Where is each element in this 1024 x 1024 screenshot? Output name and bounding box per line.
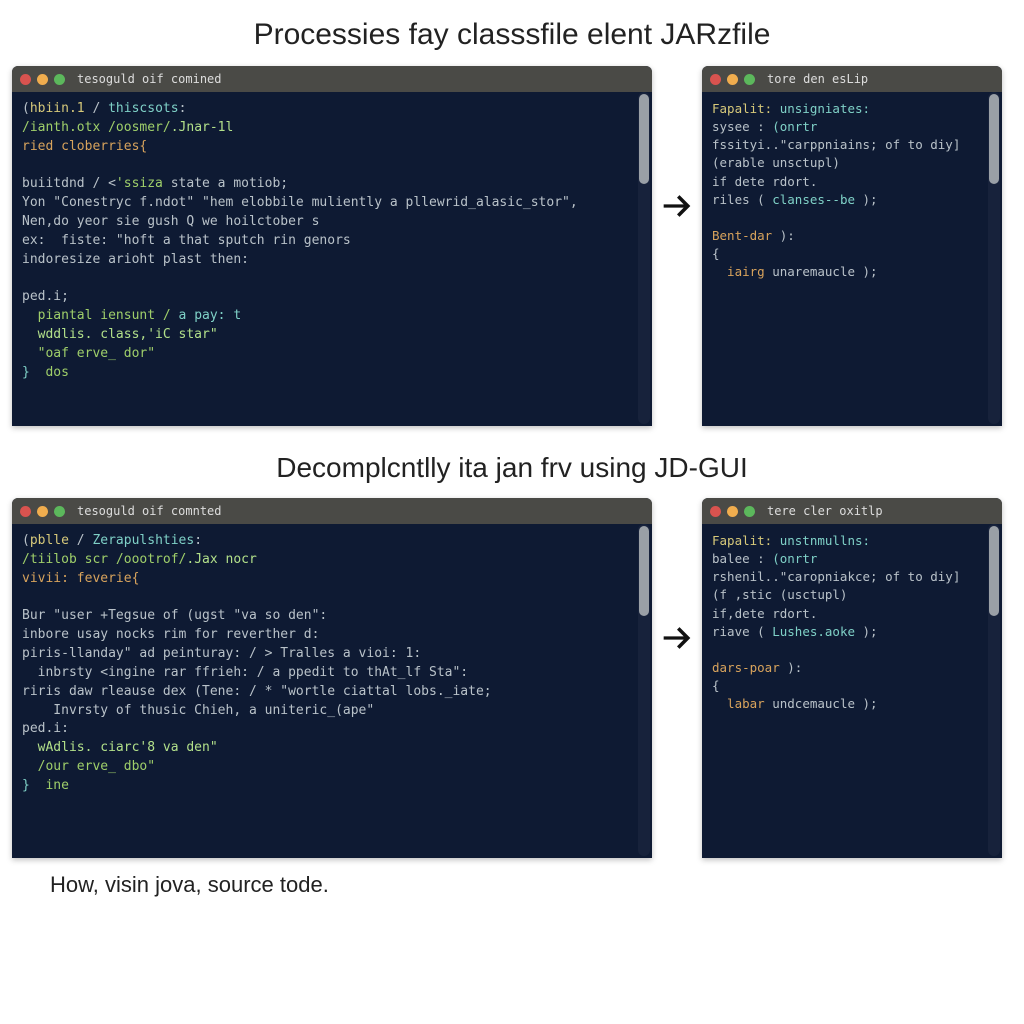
window-title: tesoguld oif comnted — [77, 504, 222, 518]
terminal-top-left-wrap: tesoguld oif comined (hbiin.1 / thiscsot… — [12, 66, 652, 426]
page-title-1: Processies fay classsfile elent JARzfile — [0, 0, 1024, 66]
titlebar: tore den esLip — [702, 66, 1002, 92]
close-icon[interactable] — [710, 74, 721, 85]
close-icon[interactable] — [710, 506, 721, 517]
minimize-icon[interactable] — [727, 506, 738, 517]
scrollbar-thumb[interactable] — [989, 94, 999, 184]
terminal-content[interactable]: (hbiin.1 / thiscsots: /ianth.otx /oosmer… — [12, 92, 652, 426]
minimize-icon[interactable] — [727, 74, 738, 85]
row-bottom: tesoguld oif comnted (pblle / Zerapulsht… — [0, 498, 1024, 858]
scrollbar[interactable] — [988, 524, 1000, 856]
minimize-icon[interactable] — [37, 74, 48, 85]
scrollbar[interactable] — [638, 92, 650, 424]
close-icon[interactable] — [20, 74, 31, 85]
scrollbar[interactable] — [638, 524, 650, 856]
scrollbar-thumb[interactable] — [639, 526, 649, 616]
terminal-content[interactable]: (pblle / Zerapulshties: /tiilob scr /ooo… — [12, 524, 652, 858]
scrollbar-thumb[interactable] — [639, 94, 649, 184]
window-title: tore den esLip — [767, 72, 868, 86]
caption: How, visin jova, source tode. — [0, 858, 1024, 898]
close-icon[interactable] — [20, 506, 31, 517]
titlebar: tesoguld oif comined — [12, 66, 652, 92]
row-top: tesoguld oif comined (hbiin.1 / thiscsot… — [0, 66, 1024, 426]
arrow-icon — [652, 186, 702, 226]
window-title: tere cler oxitlp — [767, 504, 883, 518]
terminal-top-right[interactable]: tore den esLip Fapalit: unsigniates: sys… — [702, 66, 1002, 426]
maximize-icon[interactable] — [744, 74, 755, 85]
arrow-icon — [652, 618, 702, 658]
maximize-icon[interactable] — [744, 506, 755, 517]
titlebar: tesoguld oif comnted — [12, 498, 652, 524]
maximize-icon[interactable] — [54, 506, 65, 517]
terminal-content[interactable]: Fapalit: unsigniates: sysee : (onrtr fss… — [702, 92, 1002, 426]
maximize-icon[interactable] — [54, 74, 65, 85]
terminal-top-right-wrap: tore den esLip Fapalit: unsigniates: sys… — [702, 66, 1002, 426]
terminal-top-left[interactable]: tesoguld oif comined (hbiin.1 / thiscsot… — [12, 66, 652, 426]
minimize-icon[interactable] — [37, 506, 48, 517]
scrollbar-thumb[interactable] — [989, 526, 999, 616]
titlebar: tere cler oxitlp — [702, 498, 1002, 524]
scrollbar[interactable] — [988, 92, 1000, 424]
terminal-bot-right[interactable]: tere cler oxitlp Fapalit: unstnmullns: b… — [702, 498, 1002, 858]
terminal-content[interactable]: Fapalit: unstnmullns: balee : (onrtr rsh… — [702, 524, 1002, 858]
terminal-bot-right-wrap: tere cler oxitlp Fapalit: unstnmullns: b… — [702, 498, 1002, 858]
page-title-2: Decomplcntlly ita jan frv using JD-GUI — [0, 426, 1024, 498]
terminal-bot-left[interactable]: tesoguld oif comnted (pblle / Zerapulsht… — [12, 498, 652, 858]
window-title: tesoguld oif comined — [77, 72, 222, 86]
terminal-bot-left-wrap: tesoguld oif comnted (pblle / Zerapulsht… — [12, 498, 652, 858]
